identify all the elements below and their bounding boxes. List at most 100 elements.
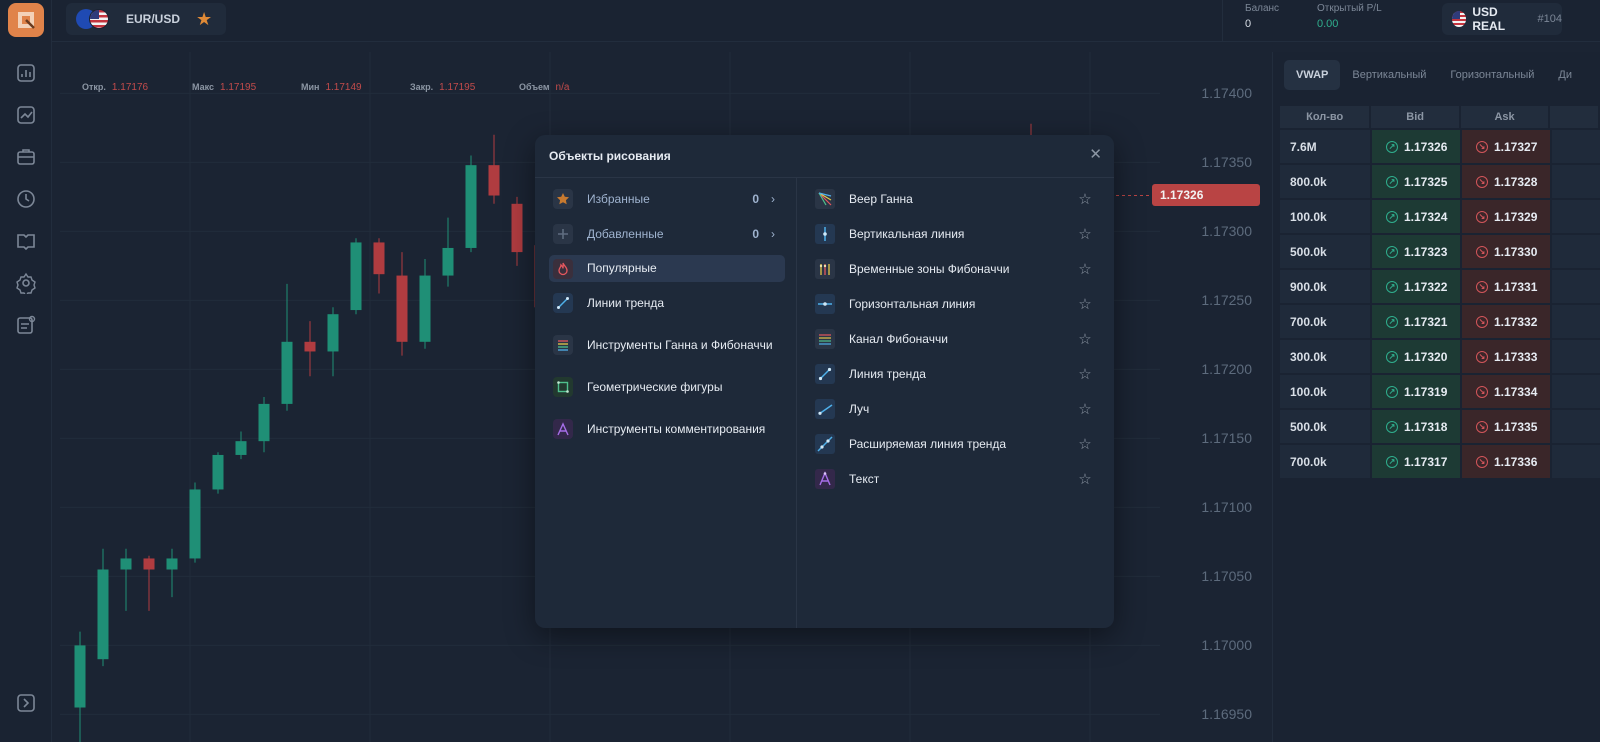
favorite-star-outline-icon[interactable]: ☆ xyxy=(1075,190,1095,208)
row-bid[interactable]: ↗ 1.17318 xyxy=(1372,410,1460,443)
ask-arrow-icon: ↘ xyxy=(1476,210,1488,223)
order-book-row[interactable]: 900.0k ↗ 1.17322 ↘ 1.17331 xyxy=(1280,270,1600,303)
row-extra xyxy=(1552,340,1600,373)
education-nav-icon[interactable] xyxy=(13,228,39,254)
tool-ray[interactable]: Луч ☆ xyxy=(815,395,1095,423)
row-bid[interactable]: ↗ 1.17324 xyxy=(1372,200,1460,233)
row-ask[interactable]: ↘ 1.17329 xyxy=(1462,200,1550,233)
order-book-row[interactable]: 100.0k ↗ 1.17319 ↘ 1.17334 xyxy=(1280,375,1600,408)
row-ask[interactable]: ↘ 1.17327 xyxy=(1462,130,1550,163)
category-gann-fibonacci[interactable]: Инструменты Ганна и Фибоначчи xyxy=(549,325,785,365)
bid-arrow-icon: ↗ xyxy=(1386,210,1398,223)
ohlc-bar: Откр. 1.17176 Макс 1.17195 Мин 1.17149 Закр… xyxy=(82,80,599,94)
favorite-star-outline-icon[interactable]: ☆ xyxy=(1075,400,1095,418)
price-tick-label: 1.17050 xyxy=(1201,568,1252,585)
history-nav-icon[interactable] xyxy=(13,186,39,212)
favorite-star-icon[interactable]: ★ xyxy=(196,9,212,30)
row-bid[interactable]: ↗ 1.17317 xyxy=(1372,445,1460,478)
row-ask[interactable]: ↘ 1.17332 xyxy=(1462,305,1550,338)
row-bid[interactable]: ↗ 1.17320 xyxy=(1372,340,1460,373)
favorite-star-outline-icon[interactable]: ☆ xyxy=(1075,470,1095,488)
analytics-nav-icon[interactable] xyxy=(13,102,39,128)
settings-nav-icon[interactable] xyxy=(13,270,39,296)
candle-body xyxy=(212,454,224,490)
row-ask[interactable]: ↘ 1.17328 xyxy=(1462,165,1550,198)
category-popular[interactable]: Популярные xyxy=(549,255,785,282)
row-ask[interactable]: ↘ 1.17330 xyxy=(1462,235,1550,268)
favorite-star-outline-icon[interactable]: ☆ xyxy=(1075,435,1095,453)
price-axis[interactable]: 1.17400 1.17350 1.17300 1.17250 1.17200 1.171… xyxy=(1160,52,1260,742)
chart-nav-icon[interactable] xyxy=(13,60,39,86)
row-bid[interactable]: ↗ 1.17319 xyxy=(1372,375,1460,408)
price-tick-label: 1.17000 xyxy=(1201,637,1252,654)
order-book-row[interactable]: 700.0k ↗ 1.17317 ↘ 1.17336 xyxy=(1280,445,1600,478)
tab-more[interactable]: Ди xyxy=(1546,60,1596,90)
order-book-row[interactable]: 800.0k ↗ 1.17325 ↘ 1.17328 xyxy=(1280,165,1600,198)
account-selector[interactable]: USD REAL #104 xyxy=(1442,3,1562,35)
row-quantity: 100.0k xyxy=(1280,375,1370,408)
row-ask[interactable]: ↘ 1.17336 xyxy=(1462,445,1550,478)
row-bid[interactable]: ↗ 1.17326 xyxy=(1372,130,1460,163)
order-book-row[interactable]: 7.6M ↗ 1.17326 ↘ 1.17327 xyxy=(1280,130,1600,163)
row-ask[interactable]: ↘ 1.17335 xyxy=(1462,410,1550,443)
category-geometric-shapes[interactable]: Геометрические фигуры xyxy=(549,374,785,400)
tab-vertical[interactable]: Вертикальный xyxy=(1340,60,1438,90)
favorite-star-outline-icon[interactable]: ☆ xyxy=(1075,330,1095,348)
candle-body xyxy=(304,341,316,352)
row-quantity: 300.0k xyxy=(1280,340,1370,373)
tab-horizontal[interactable]: Горизонтальный xyxy=(1438,60,1546,90)
bid-price: 1.17323 xyxy=(1404,244,1448,259)
tool-fib-channel[interactable]: Канал Фибоначчи ☆ xyxy=(815,325,1095,353)
tool-trend-line[interactable]: Линия тренда ☆ xyxy=(815,360,1095,388)
row-bid[interactable]: ↗ 1.17325 xyxy=(1372,165,1460,198)
bid-arrow-icon: ↗ xyxy=(1386,245,1398,258)
tool-extended-trend-line[interactable]: Расширяемая линия тренда ☆ xyxy=(815,430,1095,458)
portfolio-nav-icon[interactable] xyxy=(13,144,39,170)
tab-vwap[interactable]: VWAP xyxy=(1284,60,1341,90)
row-quantity: 700.0k xyxy=(1280,445,1370,478)
asset-selector[interactable]: EUR/USD ★ xyxy=(66,3,226,35)
order-book-row[interactable]: 700.0k ↗ 1.17321 ↘ 1.17332 xyxy=(1280,305,1600,338)
price-tick-label: 1.17300 xyxy=(1201,223,1252,240)
favorite-star-outline-icon[interactable]: ☆ xyxy=(1075,295,1095,313)
row-ask[interactable]: ↘ 1.17333 xyxy=(1462,340,1550,373)
order-book-row[interactable]: 500.0k ↗ 1.17323 ↘ 1.17330 xyxy=(1280,235,1600,268)
tool-fib-time-zones[interactable]: Временные зоны Фибоначчи ☆ xyxy=(815,255,1095,283)
tool-text[interactable]: Текст ☆ xyxy=(815,465,1095,493)
asset-name: EUR/USD xyxy=(126,12,181,26)
row-bid[interactable]: ↗ 1.17323 xyxy=(1372,235,1460,268)
category-annotation-tools[interactable]: Инструменты комментирования xyxy=(549,409,785,449)
category-trend-lines[interactable]: Линии тренда xyxy=(549,290,785,316)
fib-time-zones-icon xyxy=(815,259,835,279)
row-extra xyxy=(1552,305,1600,338)
row-extra xyxy=(1552,130,1600,163)
tool-gann-fan[interactable]: Веер Ганна ☆ xyxy=(815,185,1095,213)
expand-sidebar-icon[interactable] xyxy=(13,690,39,716)
news-nav-icon[interactable] xyxy=(13,312,39,338)
candle-body xyxy=(488,165,500,196)
close-icon[interactable]: ✕ xyxy=(1089,145,1102,163)
row-ask[interactable]: ↘ 1.17334 xyxy=(1462,375,1550,408)
order-book-row[interactable]: 300.0k ↗ 1.17320 ↘ 1.17333 xyxy=(1280,340,1600,373)
favorite-star-outline-icon[interactable]: ☆ xyxy=(1075,225,1095,243)
tool-vertical-line[interactable]: Вертикальная линия ☆ xyxy=(815,220,1095,248)
favorite-star-outline-icon[interactable]: ☆ xyxy=(1075,260,1095,278)
category-added[interactable]: Добавленные 0 › xyxy=(549,221,785,247)
row-bid[interactable]: ↗ 1.17321 xyxy=(1372,305,1460,338)
app-logo[interactable] xyxy=(8,3,44,37)
favorite-star-outline-icon[interactable]: ☆ xyxy=(1075,365,1095,383)
current-price-tag: 1.17326 xyxy=(1152,184,1260,206)
row-bid[interactable]: ↗ 1.17322 xyxy=(1372,270,1460,303)
row-ask[interactable]: ↘ 1.17331 xyxy=(1462,270,1550,303)
bid-price: 1.17325 xyxy=(1404,174,1448,189)
tool-horizontal-line[interactable]: Горизонтальная линия ☆ xyxy=(815,290,1095,318)
order-book-row[interactable]: 500.0k ↗ 1.17318 ↘ 1.17335 xyxy=(1280,410,1600,443)
candle-body xyxy=(258,403,270,442)
gann-fan-icon xyxy=(815,189,835,209)
price-tick-label: 1.17350 xyxy=(1201,154,1252,171)
ohlc-open: Откр. 1.17176 xyxy=(82,81,149,93)
row-quantity: 500.0k xyxy=(1280,235,1370,268)
order-book-row[interactable]: 100.0k ↗ 1.17324 ↘ 1.17329 xyxy=(1280,200,1600,233)
tool-label: Вертикальная линия xyxy=(849,227,965,241)
category-favorites[interactable]: Избранные 0 › xyxy=(549,186,785,212)
